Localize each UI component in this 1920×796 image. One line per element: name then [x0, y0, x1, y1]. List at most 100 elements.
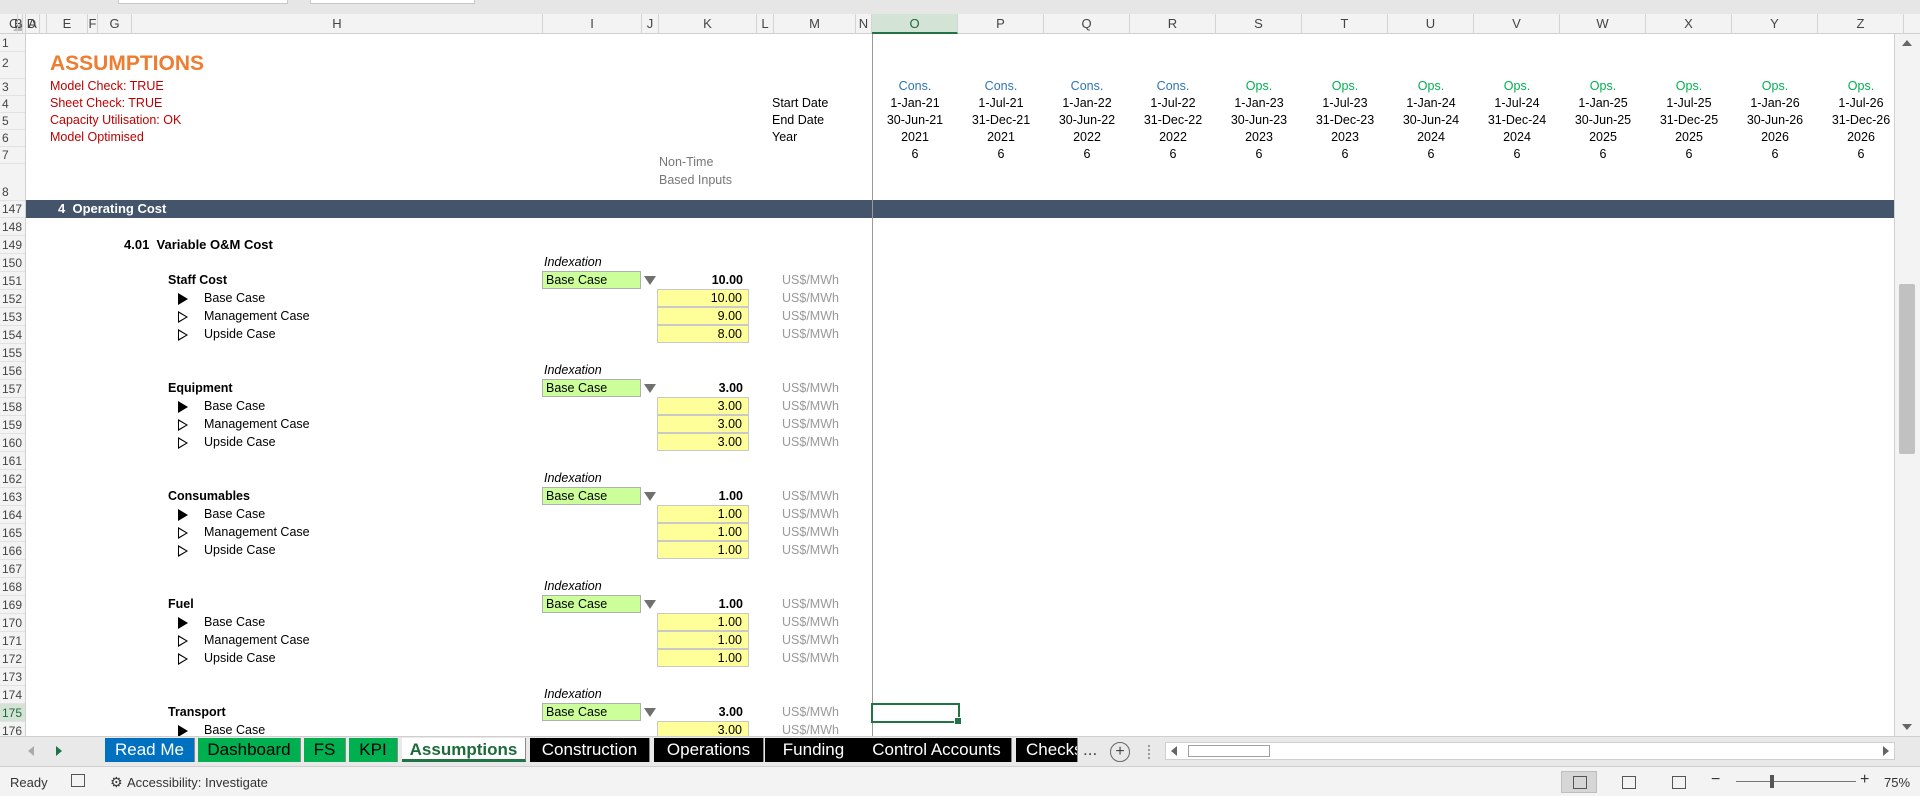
column-header-v[interactable]: V: [1474, 14, 1560, 34]
case-input[interactable]: 1.00: [657, 631, 749, 649]
row-header-160[interactable]: 160: [0, 434, 25, 452]
row-header-2[interactable]: 2: [0, 48, 25, 79]
case-input[interactable]: 1.00: [657, 523, 749, 541]
column-header-y[interactable]: Y: [1732, 14, 1818, 34]
dropdown-arrow-icon[interactable]: [644, 492, 656, 501]
row-header-161[interactable]: 161: [0, 452, 25, 470]
row-header-3[interactable]: 3: [0, 78, 25, 96]
case-selector[interactable]: Base Case: [542, 703, 641, 721]
sheet-tab-construction[interactable]: Construction: [530, 738, 650, 762]
sheet-tab-read-me[interactable]: Read Me: [105, 738, 195, 762]
case-selector[interactable]: Base Case: [542, 379, 641, 397]
row-header-153[interactable]: 153: [0, 308, 25, 326]
case-input[interactable]: 3.00: [657, 433, 749, 451]
sheet-tab-dashboard[interactable]: Dashboard: [198, 738, 301, 762]
row-header-150[interactable]: 150: [0, 254, 25, 272]
row-header-5[interactable]: 5: [0, 112, 25, 130]
case-selector[interactable]: Base Case: [542, 595, 641, 613]
column-header-n[interactable]: N: [856, 14, 872, 34]
case-input[interactable]: 8.00: [657, 325, 749, 343]
column-header-z[interactable]: Z: [1818, 14, 1904, 34]
row-header-7[interactable]: 7: [0, 146, 25, 164]
vertical-scrollbar[interactable]: [1894, 34, 1920, 736]
scroll-down-icon[interactable]: [1902, 724, 1912, 730]
horizontal-scroll-thumb[interactable]: [1188, 745, 1270, 757]
case-input[interactable]: 3.00: [657, 721, 749, 736]
row-header-171[interactable]: 171: [0, 632, 25, 650]
row-header-159[interactable]: 159: [0, 416, 25, 434]
sheet-tab-fs[interactable]: FS: [304, 738, 346, 762]
column-header-u[interactable]: U: [1388, 14, 1474, 34]
case-input[interactable]: 1.00: [657, 505, 749, 523]
vertical-scroll-thumb[interactable]: [1899, 284, 1915, 454]
dropdown-arrow-icon[interactable]: [644, 600, 656, 609]
dropdown-arrow-icon[interactable]: [644, 276, 656, 285]
column-header-d[interactable]: D: [17, 14, 47, 34]
macro-record-icon[interactable]: [71, 774, 85, 787]
accessibility-icon[interactable]: ⚙: [110, 774, 123, 791]
column-header-x[interactable]: X: [1646, 14, 1732, 34]
row-header-167[interactable]: 167: [0, 560, 25, 578]
row-header-175[interactable]: 175: [0, 704, 25, 722]
row-header-154[interactable]: 154: [0, 326, 25, 344]
column-header-w[interactable]: W: [1560, 14, 1646, 34]
page-layout-button[interactable]: [1610, 771, 1646, 793]
row-header-151[interactable]: 151: [0, 272, 25, 290]
zoom-in-button[interactable]: +: [1860, 771, 1869, 789]
top-window-tab[interactable]: [118, 0, 288, 4]
column-header-i[interactable]: I: [543, 14, 642, 34]
case-input[interactable]: 3.00: [657, 415, 749, 433]
add-sheet-button[interactable]: +: [1110, 742, 1130, 762]
sheet-tab-kpi[interactable]: KPI: [349, 738, 398, 762]
column-header-g[interactable]: G: [98, 14, 132, 34]
row-header-169[interactable]: 169: [0, 596, 25, 614]
dropdown-arrow-icon[interactable]: [644, 384, 656, 393]
tab-scroll-left-icon[interactable]: [28, 746, 34, 756]
sheet-tab-funding[interactable]: Funding: [765, 738, 863, 762]
zoom-slider-thumb[interactable]: [1770, 775, 1774, 788]
row-header-168[interactable]: 168: [0, 578, 25, 596]
row-header-157[interactable]: 157: [0, 380, 25, 398]
column-header-k[interactable]: K: [659, 14, 757, 34]
row-header-158[interactable]: 158: [0, 398, 25, 416]
row-header-174[interactable]: 174: [0, 686, 25, 704]
row-header-164[interactable]: 164: [0, 506, 25, 524]
row-header-147[interactable]: 147: [0, 200, 25, 218]
row-header-170[interactable]: 170: [0, 614, 25, 632]
column-header-s[interactable]: S: [1216, 14, 1302, 34]
dropdown-arrow-icon[interactable]: [644, 708, 656, 717]
column-header-f[interactable]: F: [88, 14, 98, 34]
zoom-level[interactable]: 75%: [1884, 775, 1910, 790]
case-input[interactable]: 1.00: [657, 649, 749, 667]
row-header-162[interactable]: 162: [0, 470, 25, 488]
row-header-165[interactable]: 165: [0, 524, 25, 542]
column-header-h[interactable]: H: [132, 14, 543, 34]
accessibility-status[interactable]: Accessibility: Investigate: [127, 775, 268, 790]
selected-cell[interactable]: [871, 703, 962, 725]
top-window-tab[interactable]: [310, 0, 475, 4]
scroll-right-icon[interactable]: [1883, 746, 1889, 756]
row-header-156[interactable]: 156: [0, 362, 25, 380]
column-header-e[interactable]: E: [47, 14, 88, 34]
sheet-grid[interactable]: ASSUMPTIONS Model Check: TRUE Sheet Check:…: [26, 34, 1894, 736]
zoom-out-button[interactable]: −: [1711, 771, 1720, 789]
case-input[interactable]: 1.00: [657, 541, 749, 559]
row-header-8[interactable]: 8: [0, 163, 25, 201]
case-selector[interactable]: Base Case: [542, 487, 641, 505]
row-header-172[interactable]: 172: [0, 650, 25, 668]
row-header-149[interactable]: 149: [0, 236, 25, 254]
column-header-j[interactable]: J: [642, 14, 659, 34]
case-input[interactable]: 1.00: [657, 613, 749, 631]
row-header-4[interactable]: 4: [0, 95, 25, 113]
sheet-tab-operations[interactable]: Operations: [654, 738, 764, 762]
case-input[interactable]: 9.00: [657, 307, 749, 325]
more-sheets-button[interactable]: ...: [1083, 738, 1097, 762]
sheet-tab-checks[interactable]: Checks: [1016, 738, 1078, 762]
column-header-q[interactable]: Q: [1044, 14, 1130, 34]
column-header-o[interactable]: O: [872, 14, 958, 34]
row-header-166[interactable]: 166: [0, 542, 25, 560]
tab-split-handle[interactable]: [1148, 745, 1150, 759]
page-break-preview-button[interactable]: [1660, 771, 1696, 793]
column-header-t[interactable]: T: [1302, 14, 1388, 34]
scroll-up-icon[interactable]: [1902, 40, 1912, 46]
